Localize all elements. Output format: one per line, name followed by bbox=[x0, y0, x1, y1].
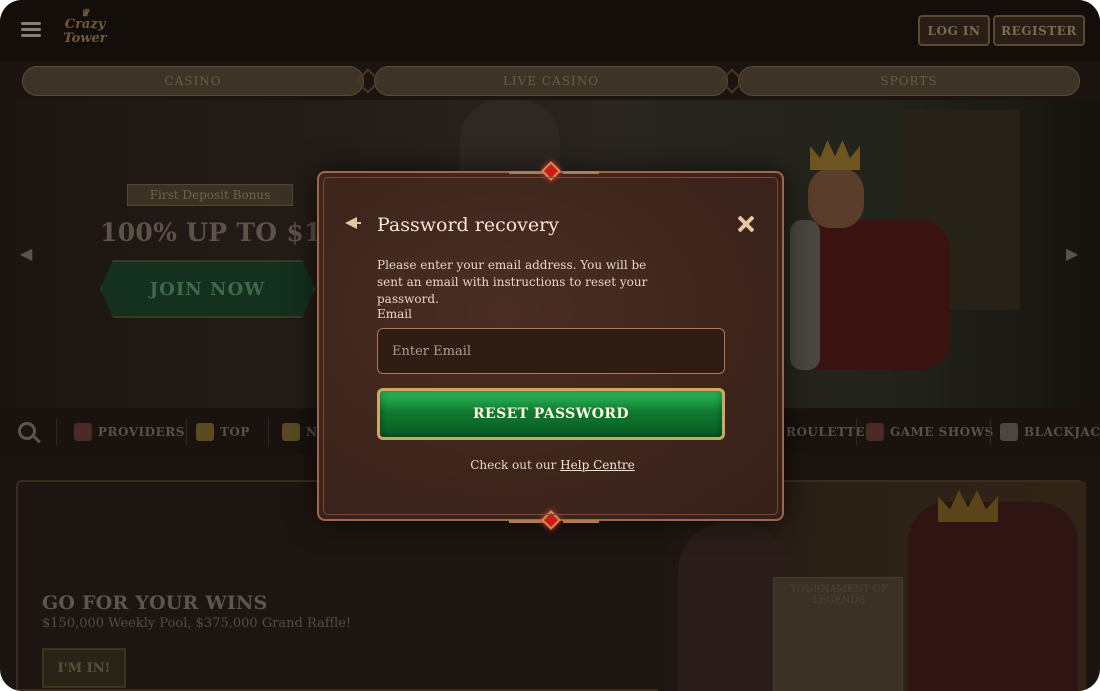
cards-icon bbox=[1000, 423, 1018, 441]
password-recovery-modal: Password recovery Please enter your emai… bbox=[317, 161, 786, 530]
promo-title: GO FOR YOUR WINS bbox=[42, 592, 268, 614]
hero-prev-arrow-icon[interactable]: ◀ bbox=[20, 244, 36, 263]
scroll-title: TOURNAMENT OF LEGENDS bbox=[789, 584, 889, 606]
game-bar-game-shows[interactable]: GAME SHOWS bbox=[866, 422, 994, 442]
email-field[interactable] bbox=[377, 328, 725, 374]
help-centre-link[interactable]: Help Centre bbox=[560, 458, 635, 472]
promo-subtitle: $150,000 Weekly Pool, $375,000 Grand Raf… bbox=[42, 616, 352, 631]
hero-next-arrow-icon[interactable]: ▶ bbox=[1066, 244, 1082, 263]
game-bar-providers[interactable]: PROVIDERS bbox=[74, 422, 185, 442]
tab-live-casino[interactable]: LIVE CASINO bbox=[374, 66, 728, 96]
reset-password-button[interactable]: RESET PASSWORD bbox=[377, 388, 725, 440]
app-frame: ♛ Crazy Tower LOG IN REGISTER CASINO LIV… bbox=[0, 0, 1100, 691]
modal-title: Password recovery bbox=[377, 214, 559, 236]
divider bbox=[56, 418, 57, 446]
divider bbox=[990, 418, 991, 446]
ornament bbox=[509, 171, 545, 174]
king-illustration bbox=[790, 140, 960, 380]
tournament-scroll: TOURNAMENT OF LEGENDS bbox=[773, 577, 903, 691]
close-icon[interactable] bbox=[737, 215, 755, 233]
site-logo[interactable]: ♛ Crazy Tower bbox=[60, 9, 110, 50]
ornament bbox=[563, 520, 599, 523]
login-button[interactable]: LOG IN bbox=[918, 15, 990, 46]
divider bbox=[856, 418, 857, 446]
logo-text: Crazy Tower bbox=[63, 17, 107, 46]
register-button[interactable]: REGISTER bbox=[993, 15, 1085, 46]
game-bar-label: GAME SHOWS bbox=[890, 425, 994, 439]
help-text: Check out our Help Centre bbox=[319, 458, 786, 472]
search-icon[interactable] bbox=[16, 420, 42, 446]
tab-casino[interactable]: CASINO bbox=[22, 66, 364, 96]
king-illustration bbox=[908, 502, 1078, 691]
game-bar-label: ROULETTE bbox=[786, 425, 866, 439]
game-bar-top[interactable]: TOP bbox=[196, 422, 250, 442]
email-label: Email bbox=[377, 307, 412, 321]
ornament bbox=[509, 520, 545, 523]
game-bar-label: BLACKJAC bbox=[1024, 425, 1100, 439]
top-bar: ♛ Crazy Tower LOG IN REGISTER bbox=[0, 0, 1100, 62]
ornament bbox=[563, 171, 599, 174]
game-shows-icon bbox=[866, 423, 884, 441]
game-bar-new[interactable]: N bbox=[282, 422, 317, 442]
queen-illustration bbox=[678, 522, 788, 691]
help-prefix: Check out our bbox=[470, 458, 557, 472]
providers-icon bbox=[74, 423, 92, 441]
bonus-ribbon: First Deposit Bonus bbox=[127, 184, 293, 206]
divider bbox=[268, 418, 269, 446]
game-bar-roulette[interactable]: ROULETTE bbox=[786, 422, 865, 442]
game-bar-blackjack[interactable]: BLACKJAC bbox=[1000, 422, 1100, 442]
hamburger-icon[interactable] bbox=[21, 22, 41, 38]
tab-sports[interactable]: SPORTS bbox=[738, 66, 1080, 96]
game-bar-label: PROVIDERS bbox=[98, 425, 185, 439]
game-bar-label: TOP bbox=[220, 425, 250, 439]
category-tabs: CASINO LIVE CASINO SPORTS bbox=[22, 66, 1080, 96]
game-bar-label: N bbox=[306, 425, 318, 439]
im-in-button[interactable]: I'M IN! bbox=[42, 648, 126, 688]
modal-description: Please enter your email address. You wil… bbox=[377, 258, 648, 306]
lightning-icon bbox=[282, 423, 300, 441]
join-now-button[interactable]: JOIN NOW bbox=[100, 260, 315, 318]
divider bbox=[186, 418, 187, 446]
back-arrow-icon[interactable] bbox=[343, 213, 363, 233]
crown-icon bbox=[196, 423, 214, 441]
